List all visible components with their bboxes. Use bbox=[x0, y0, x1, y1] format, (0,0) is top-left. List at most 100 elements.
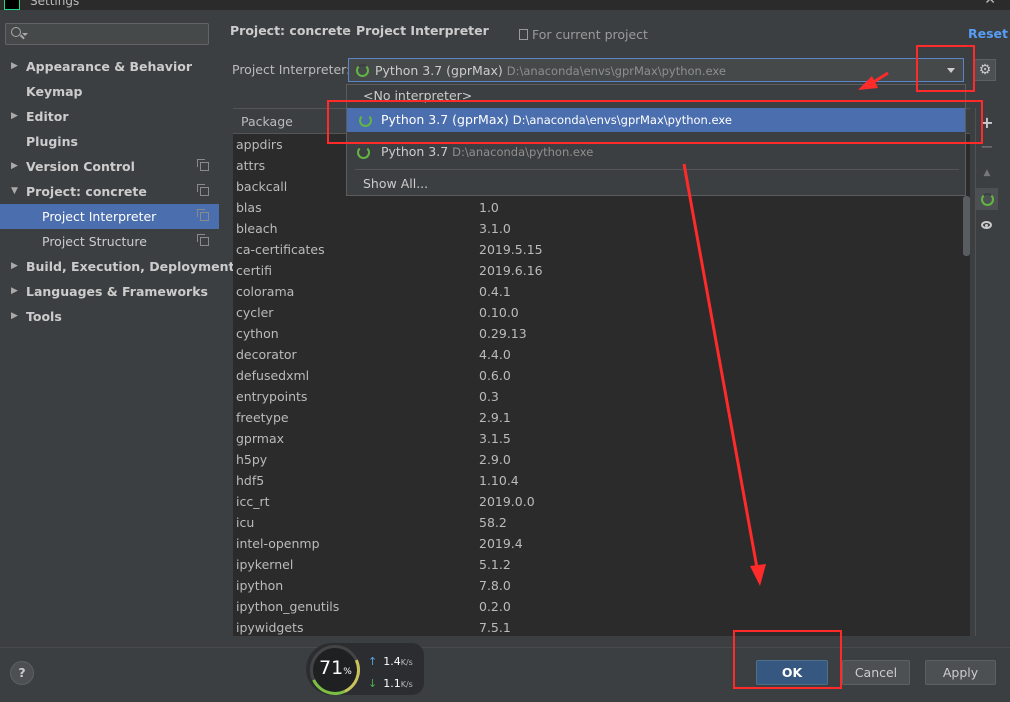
annotation-box-dropdown bbox=[916, 45, 975, 92]
chevron-right-icon[interactable]: ▶ bbox=[11, 304, 18, 329]
table-row[interactable]: bleach 3.1.0 bbox=[233, 218, 970, 239]
column-header-package[interactable]: Package bbox=[241, 114, 293, 129]
sidebar-item-label: Keymap bbox=[26, 84, 83, 99]
table-row[interactable]: ca-certificates 2019.5.15 bbox=[233, 239, 970, 260]
package-version: 3.1.5 bbox=[479, 431, 511, 446]
interpreter-select[interactable]: Python 3.7 (gprMax) D:\anaconda\envs\gpr… bbox=[348, 58, 964, 82]
table-row[interactable]: ipython 7.8.0 bbox=[233, 575, 970, 596]
sidebar-item-project-concrete[interactable]: ▼ Project: concrete bbox=[0, 179, 219, 204]
close-icon[interactable]: ✕ bbox=[984, 0, 996, 8]
chevron-right-icon[interactable]: ▶ bbox=[11, 279, 18, 304]
upload-speed: ↑ 1.4K/s bbox=[368, 655, 413, 668]
package-name: colorama bbox=[236, 284, 295, 299]
project-scope-icon bbox=[519, 29, 528, 40]
reset-link[interactable]: Reset bbox=[968, 26, 1008, 41]
package-name: freetype bbox=[236, 410, 289, 425]
package-name: ca-certificates bbox=[236, 242, 325, 257]
apply-button[interactable]: Apply bbox=[925, 660, 996, 685]
package-version: 2019.5.15 bbox=[479, 242, 543, 257]
sidebar-item-editor[interactable]: ▶ Editor bbox=[0, 104, 219, 129]
scope-note: For current project bbox=[519, 27, 648, 42]
table-row[interactable]: colorama 0.4.1 bbox=[233, 281, 970, 302]
project-level-icon bbox=[197, 184, 209, 196]
chevron-right-icon[interactable]: ▶ bbox=[11, 54, 18, 79]
cancel-button[interactable]: Cancel bbox=[842, 660, 910, 685]
chevron-down-icon[interactable]: ▼ bbox=[11, 179, 18, 204]
package-name: ipython_genutils bbox=[236, 599, 340, 614]
scope-note-text: For current project bbox=[532, 27, 648, 42]
help-button[interactable]: ? bbox=[10, 661, 34, 685]
table-row[interactable]: ipykernel 5.1.2 bbox=[233, 554, 970, 575]
chevron-right-icon[interactable]: ▶ bbox=[11, 104, 18, 129]
package-name: cycler bbox=[236, 305, 274, 320]
table-row[interactable]: defusedxml 0.6.0 bbox=[233, 365, 970, 386]
refresh-spinner-icon bbox=[981, 193, 994, 206]
sidebar-item-languages-frameworks[interactable]: ▶ Languages & Frameworks bbox=[0, 279, 219, 304]
sidebar-item-appearance-behavior[interactable]: ▶ Appearance & Behavior bbox=[0, 54, 219, 79]
table-row[interactable]: icc_rt 2019.0.0 bbox=[233, 491, 970, 512]
package-version: 7.5.1 bbox=[479, 620, 511, 635]
sidebar-item-build-execution-deployment[interactable]: ▶ Build, Execution, Deployment bbox=[0, 254, 234, 279]
table-row[interactable]: ipython_genutils 0.2.0 bbox=[233, 596, 970, 617]
sidebar-item-project-structure[interactable]: Project Structure bbox=[0, 229, 219, 254]
package-name: intel-openmp bbox=[236, 536, 320, 551]
table-row[interactable]: blas 1.0 bbox=[233, 197, 970, 218]
upgrade-package-button[interactable]: ▲ bbox=[976, 162, 998, 184]
sidebar-item-label: Project: concrete bbox=[26, 184, 147, 199]
table-row[interactable]: ipywidgets 7.5.1 bbox=[233, 617, 970, 636]
option-show-all[interactable]: Show All... bbox=[347, 172, 965, 196]
sidebar-item-keymap[interactable]: Keymap bbox=[0, 79, 219, 104]
package-name: backcall bbox=[236, 179, 288, 194]
table-row[interactable]: intel-openmp 2019.4 bbox=[233, 533, 970, 554]
settings-search-input[interactable] bbox=[5, 23, 209, 45]
table-row[interactable]: cython 0.29.13 bbox=[233, 323, 970, 344]
package-version: 0.4.1 bbox=[479, 284, 511, 299]
interpreter-label: Project Interpreter: bbox=[232, 62, 351, 77]
interpreter-name: Python 3.7 (gprMax) bbox=[375, 63, 503, 78]
table-row[interactable]: gprmax 3.1.5 bbox=[233, 428, 970, 449]
search-history-icon[interactable] bbox=[22, 33, 28, 36]
package-version: 0.2.0 bbox=[479, 599, 511, 614]
sidebar-item-tools[interactable]: ▶ Tools bbox=[0, 304, 219, 329]
package-version: 2019.6.16 bbox=[479, 263, 543, 278]
table-row[interactable]: freetype 2.9.1 bbox=[233, 407, 970, 428]
show-early-releases-button[interactable] bbox=[976, 214, 998, 236]
interpreter-path: D:\anaconda\envs\gprMax\python.exe bbox=[506, 64, 726, 78]
project-level-icon bbox=[197, 234, 209, 246]
table-row[interactable]: hdf5 1.10.4 bbox=[233, 470, 970, 491]
table-row[interactable]: cycler 0.10.0 bbox=[233, 302, 970, 323]
usage-percent: 71% bbox=[319, 657, 352, 679]
option-path: D:\anaconda\python.exe bbox=[452, 145, 594, 159]
package-name: appdirs bbox=[236, 137, 283, 152]
download-value: 1.1 bbox=[383, 677, 401, 690]
package-name: ipykernel bbox=[236, 557, 294, 572]
package-version: 0.10.0 bbox=[479, 305, 519, 320]
package-name: icu bbox=[236, 515, 255, 530]
window-title: Settings bbox=[30, 0, 80, 8]
table-row[interactable]: h5py 2.9.0 bbox=[233, 449, 970, 470]
table-row[interactable]: certifi 2019.6.16 bbox=[233, 260, 970, 281]
sidebar-item-label: Build, Execution, Deployment bbox=[26, 259, 235, 274]
dropdown-separator bbox=[355, 169, 959, 170]
package-name: certifi bbox=[236, 263, 272, 278]
sidebar-item-version-control[interactable]: ▶ Version Control bbox=[0, 154, 219, 179]
package-name: icc_rt bbox=[236, 494, 270, 509]
table-row[interactable]: entrypoints 0.3 bbox=[233, 386, 970, 407]
sidebar-item-label: Appearance & Behavior bbox=[26, 59, 192, 74]
package-version: 1.0 bbox=[479, 200, 499, 215]
gear-icon[interactable]: ⚙ bbox=[974, 59, 996, 81]
package-name: h5py bbox=[236, 452, 268, 467]
package-toolbar: + − ▲ bbox=[975, 108, 998, 636]
refresh-button[interactable] bbox=[976, 188, 998, 210]
sidebar-item-plugins[interactable]: Plugins bbox=[0, 129, 219, 154]
table-row[interactable]: icu 58.2 bbox=[233, 512, 970, 533]
sidebar-item-project-interpreter[interactable]: Project Interpreter bbox=[0, 204, 219, 229]
table-scrollbar[interactable] bbox=[963, 196, 970, 256]
package-name: decorator bbox=[236, 347, 297, 362]
download-unit: K/s bbox=[400, 680, 413, 689]
package-name: blas bbox=[236, 200, 262, 215]
chevron-right-icon[interactable]: ▶ bbox=[11, 154, 18, 179]
chevron-right-icon[interactable]: ▶ bbox=[11, 254, 18, 279]
sidebar-item-label: Project Interpreter bbox=[42, 209, 157, 224]
table-row[interactable]: decorator 4.4.0 bbox=[233, 344, 970, 365]
